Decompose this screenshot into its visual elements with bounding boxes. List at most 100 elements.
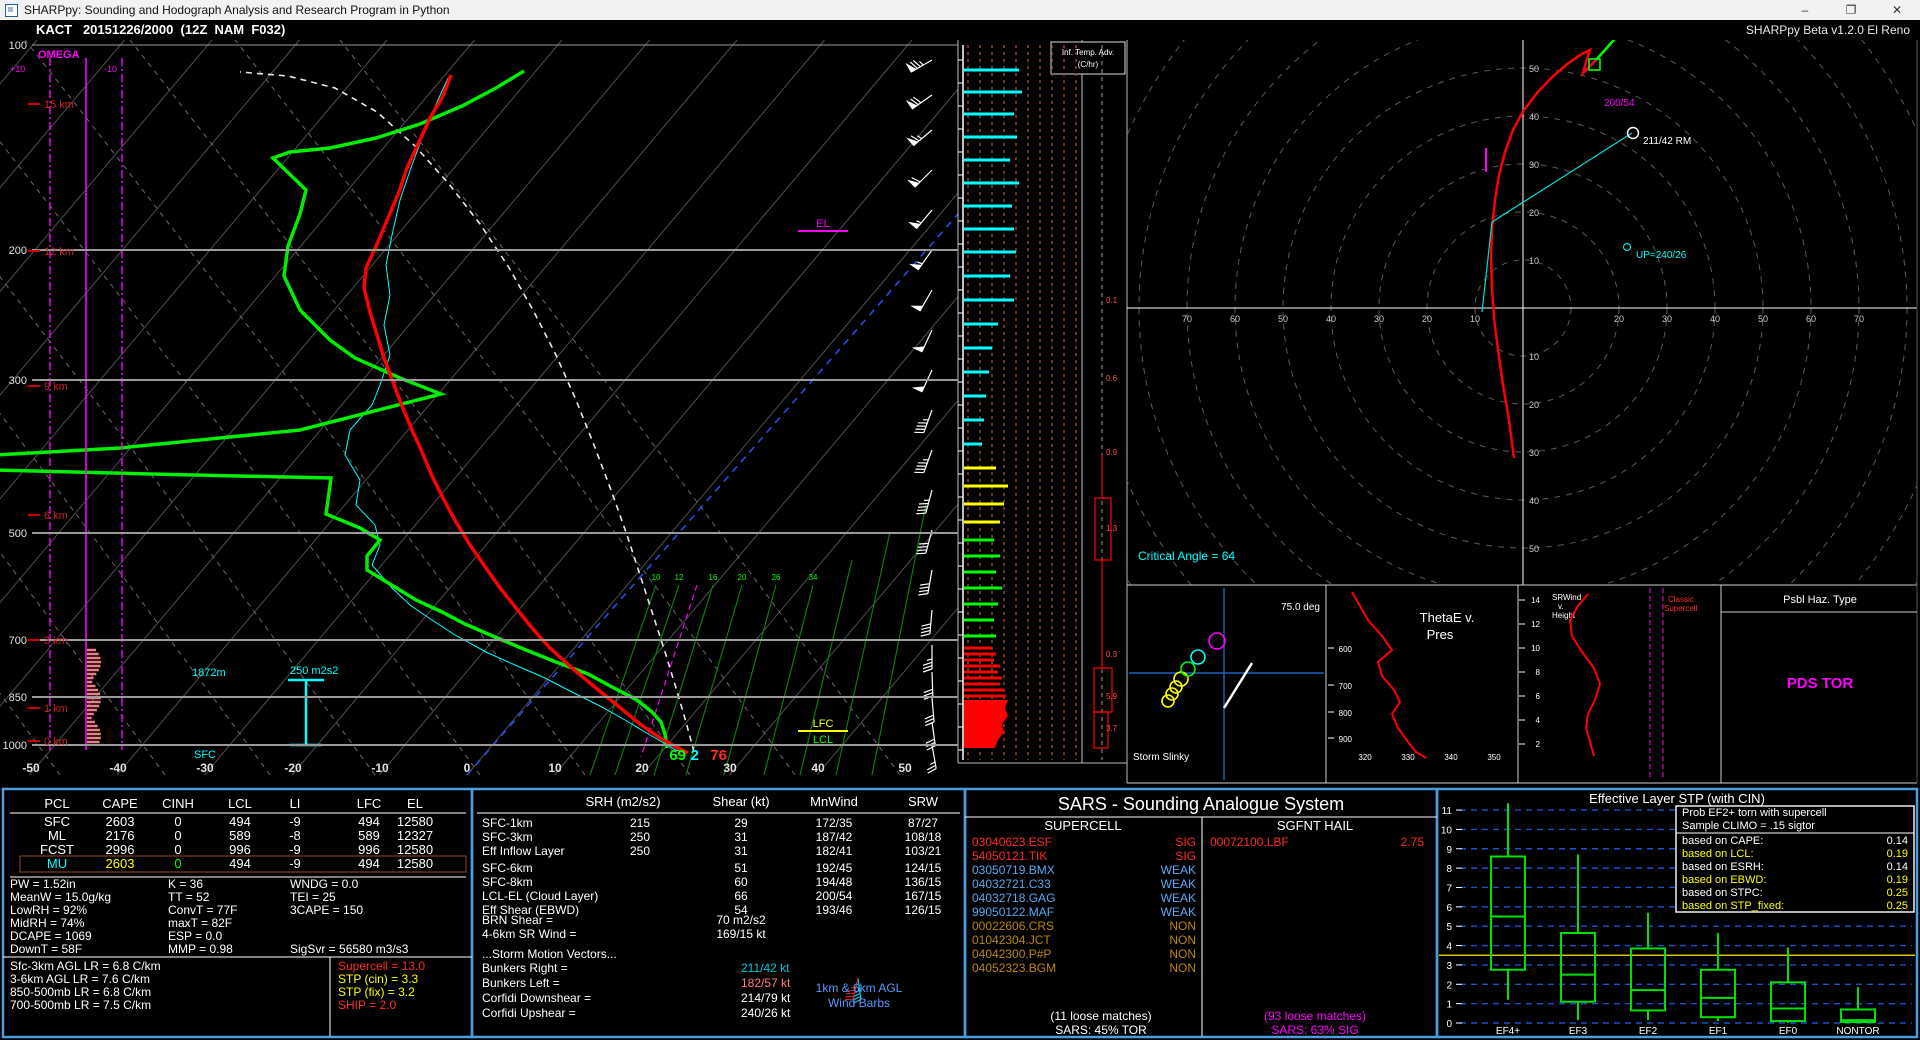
barb-full (925, 719, 934, 723)
sars-hail-match[interactable]: 00072100.LBF2.75 (1210, 835, 1424, 849)
barb-full (920, 587, 929, 588)
sars-match-type: NON (1169, 961, 1196, 975)
parcel-cell: 12580 (397, 842, 433, 857)
parcel-row-mu[interactable]: MU26030494-949412580 (20, 856, 466, 872)
sars-supercell-match[interactable]: 99050122.MAFWEAK (972, 905, 1196, 919)
kin-srw: 124/15 (905, 861, 942, 875)
parcel-cell: -9 (289, 814, 301, 829)
barb-full (919, 503, 928, 504)
km-label: 15 km (44, 99, 74, 111)
srwind-height-label: 6 (1536, 692, 1541, 701)
sars-match-id: 99050122.MAF (972, 905, 1054, 919)
sars-supercell-header: SUPERCELL (1044, 818, 1121, 833)
lapse-rate: 700-500mb LR = 7.5 C/km (10, 998, 151, 1012)
stp-title: Effective Layer STP (with CIN) (1589, 791, 1765, 806)
sars-match-type: SIG (1175, 849, 1196, 863)
wind-barb (910, 210, 932, 228)
isotherm-line (642, 40, 1262, 775)
isotherm-line (0, 40, 300, 775)
hodo-ring-label: 60 (1230, 314, 1240, 324)
stp-box-ef1: EF1 (1701, 933, 1735, 1037)
maximize-button[interactable]: ❐ (1828, 0, 1874, 20)
hodo-ring-label: 20 (1529, 208, 1539, 218)
parcel-cell: 2603 (106, 814, 135, 829)
parcel-cell: SFC (44, 814, 70, 829)
thetae-inset[interactable]: ThetaE v. Pres 600700800900320330340350 (1328, 592, 1501, 762)
window-title: SHARPpy: Sounding and Hodograph Analysis… (24, 3, 450, 17)
kin-srw: 167/15 (905, 889, 942, 903)
skewt-annotations: EL LFC LCL OMEGA +10 -10 1872m 250 m2s2 … (10, 49, 848, 764)
stp-y-label: 11 (1442, 806, 1453, 817)
parcel-row-fcst[interactable]: FCST29960996-999612580 (40, 842, 433, 857)
mixing-ratio-line (836, 532, 890, 775)
srwind-title-1: SRWind (1552, 593, 1581, 602)
sars-match-type: WEAK (1161, 863, 1196, 877)
temp-axis-label: -30 (196, 761, 214, 775)
temp-axis-label: -10 (371, 761, 389, 775)
stp-legend-label: based on LCL: (1682, 848, 1754, 860)
app-icon (5, 4, 18, 17)
sars-supercell-match[interactable]: 00022606.CRSNON (972, 919, 1196, 933)
hodo-ring-label: 20 (1529, 400, 1539, 410)
parcel-row-sfc[interactable]: SFC26030494-949412580 (44, 814, 433, 829)
barb-half (930, 762, 935, 764)
sars-supercell-match[interactable]: 03050719.BMX WEAK (972, 863, 1196, 877)
slinky-circle (1162, 695, 1174, 707)
app-header: KACT 20151226/2000 (12Z NAM F032) SHARPp… (0, 20, 1920, 40)
thermo-stat: maxT = 82F (168, 916, 232, 930)
sars-supercell-match[interactable]: 04032718.GAGWEAK (972, 891, 1196, 905)
close-button[interactable]: ✕ (1874, 0, 1920, 20)
dry-adiabat-line (130, 40, 690, 775)
sars-supercell-match[interactable]: 03040623.ESFSIG (972, 835, 1196, 849)
dry-adiabat-line (0, 40, 165, 775)
isotherm-line (0, 40, 562, 775)
composite-index: SHIP = 2.0 (338, 998, 396, 1012)
parcel-cell: 0 (174, 828, 181, 843)
stp-category-label: NONTOR (1836, 1026, 1879, 1037)
hazard-inset[interactable]: Psbl Haz. Type PDS TOR (1721, 594, 1917, 692)
parcel-cell: MU (47, 856, 67, 871)
smv-label: Corfidi Upshear = (482, 1006, 576, 1020)
sars-supercell-match[interactable]: 54050121.TIKSIG (972, 849, 1196, 863)
wind-barb (912, 290, 932, 311)
parcel-row-ml[interactable]: ML21760589-858912327 (48, 828, 433, 843)
stp-category-label: EF4+ (1496, 1026, 1520, 1037)
sars-supercell-match[interactable]: 04032721.C33WEAK (972, 877, 1196, 891)
advection-panel[interactable]: Inf. Temp. Adv. (C/hr) 0.10.60.91.30.35.… (958, 40, 1127, 783)
esrh-value-label: 250 m2s2 (290, 665, 338, 677)
sars-section: SARS - Sounding Analogue System SUPERCEL… (1044, 794, 1353, 833)
kin-mnwind: 193/46 (816, 903, 853, 917)
sars-supercell-count: (11 loose matches) (1050, 1009, 1151, 1023)
thetae-x-label: 320 (1358, 753, 1372, 762)
temp-axis-label: 20 (635, 761, 649, 775)
sars-match-id: 03050719.BMX (972, 863, 1055, 877)
advection-title-2: (C/hr) (1078, 60, 1099, 69)
hodo-ring-label: 50 (1278, 314, 1288, 324)
minimize-button[interactable]: – (1782, 0, 1828, 20)
sars-supercell-match[interactable]: 01042304.JCTNON (972, 933, 1196, 947)
srwind-inset[interactable]: SRWind v. Height 1412108642 Classic Supe… (1519, 588, 1698, 780)
wind-barb (924, 672, 933, 699)
kin-shear: 31 (734, 844, 748, 858)
hodo-ring-label: 10 (1529, 352, 1539, 362)
upshear-marker[interactable] (1624, 244, 1631, 251)
sars-supercell-match[interactable]: 04042300.P#PNON (972, 947, 1196, 961)
stp-category-label: EF0 (1779, 1026, 1798, 1037)
kin-layer: SFC-1km (482, 816, 533, 830)
barb-flag (910, 223, 920, 229)
stp-category-label: EF3 (1569, 1026, 1588, 1037)
thermo-stat: PW = 1.52in (10, 877, 76, 891)
kin-shear: 51 (734, 861, 748, 875)
barb-full (921, 627, 930, 629)
wind-barb (908, 130, 932, 145)
sars-supercell-match[interactable]: 04052323.BGMNON (972, 961, 1196, 975)
stp-y-label: 3 (1446, 961, 1452, 972)
srwind-height-label: 4 (1536, 716, 1541, 725)
storm-slinky-inset[interactable]: Storm Slinky 75.0 deg (1129, 588, 1324, 780)
bunkers-right-marker[interactable] (1628, 128, 1639, 139)
advection-value: 0.9 (1106, 448, 1118, 457)
barb-flag (914, 387, 924, 392)
km-label: 6 km (44, 510, 68, 522)
kin-mnwind: 200/54 (816, 889, 853, 903)
stp-legend-value: 0.19 (1887, 848, 1908, 860)
